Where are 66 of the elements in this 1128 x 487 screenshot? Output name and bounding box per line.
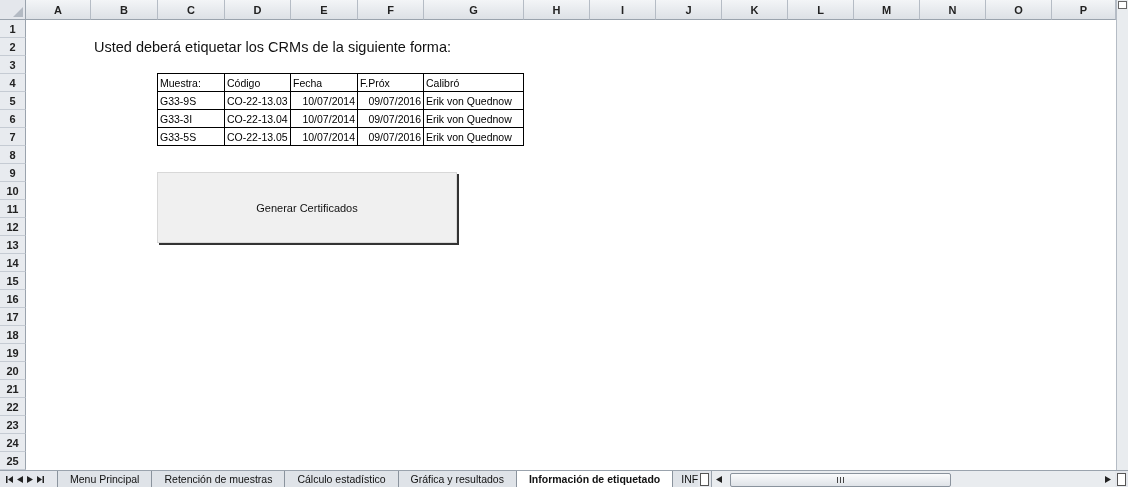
column-header[interactable]: O [986, 0, 1052, 20]
sheet-tab[interactable]: Información de etiquetado [515, 471, 673, 487]
column-header[interactable]: C [158, 0, 225, 20]
table-cell: Calibró [423, 73, 524, 92]
grip-icon [837, 476, 845, 483]
row-header[interactable]: 13 [0, 236, 26, 254]
column-header[interactable]: F [358, 0, 424, 20]
horizontal-scrollbar[interactable] [711, 471, 1115, 487]
column-header[interactable]: H [524, 0, 590, 20]
column-header[interactable]: B [91, 0, 158, 20]
first-sheet-icon[interactable] [6, 476, 13, 483]
column-header[interactable]: I [590, 0, 656, 20]
row-header[interactable]: 19 [0, 344, 26, 362]
row-header[interactable]: 5 [0, 92, 26, 110]
table-cell: Erik von Quednow [423, 91, 524, 110]
sheet-tab[interactable]: Menu Principal [57, 471, 152, 487]
heading-text: Usted deberá etiquetar los CRMs de la siguiente forma: [93, 39, 453, 55]
row-header[interactable]: 20 [0, 362, 26, 380]
row-header[interactable]: 1 [0, 20, 26, 38]
column-header[interactable]: E [291, 0, 358, 20]
next-sheet-icon[interactable] [27, 476, 33, 483]
row-header[interactable]: 9 [0, 164, 26, 182]
row-header[interactable]: 8 [0, 146, 26, 164]
column-header[interactable]: G [424, 0, 524, 20]
column-header[interactable]: D [225, 0, 291, 20]
column-header[interactable]: L [788, 0, 854, 20]
scroll-right-icon[interactable] [1105, 476, 1111, 483]
row-header[interactable]: 6 [0, 110, 26, 128]
split-handle[interactable] [700, 473, 710, 486]
column-header[interactable]: N [920, 0, 986, 20]
row-header[interactable]: 12 [0, 218, 26, 236]
previous-sheet-icon[interactable] [17, 476, 23, 483]
row-header[interactable]: 21 [0, 380, 26, 398]
split-handle[interactable] [1117, 473, 1126, 486]
sheet-tab[interactable]: Gráfica y resultados [397, 471, 516, 487]
sheet-tab[interactable]: Cálculo estadístico [284, 471, 398, 487]
row-header[interactable]: 16 [0, 290, 26, 308]
table-cell: Erik von Quednow [423, 127, 524, 146]
row-header[interactable]: 23 [0, 416, 26, 434]
sheet-tab[interactable]: INF [672, 471, 699, 487]
row-header[interactable]: 15 [0, 272, 26, 290]
generate-button[interactable]: Generar Certificados [157, 172, 457, 243]
row-header[interactable]: 22 [0, 398, 26, 416]
row-header[interactable]: 25 [0, 452, 26, 470]
table-cell: G33-5S [157, 127, 225, 146]
row-header[interactable]: 14 [0, 254, 26, 272]
column-header[interactable]: K [722, 0, 788, 20]
table-cell: Muestra: [157, 73, 225, 92]
row-header[interactable]: 4 [0, 74, 26, 92]
column-header[interactable]: M [854, 0, 920, 20]
table-cell: Erik von Quednow [423, 109, 524, 128]
last-sheet-icon[interactable] [37, 476, 44, 483]
column-header[interactable]: A [26, 0, 91, 20]
column-header[interactable]: J [656, 0, 722, 20]
row-header[interactable]: 24 [0, 434, 26, 452]
row-header[interactable]: 18 [0, 326, 26, 344]
table-cell: Código [224, 73, 291, 92]
row-header[interactable]: 3 [0, 56, 26, 74]
row-header[interactable]: 10 [0, 182, 26, 200]
row-header[interactable]: 2 [0, 38, 26, 56]
row-header[interactable]: 11 [0, 200, 26, 218]
row-header[interactable]: 17 [0, 308, 26, 326]
row-header[interactable]: 7 [0, 128, 26, 146]
column-header[interactable]: P [1052, 0, 1116, 20]
sheet-tab[interactable]: Retención de muestras [151, 471, 285, 487]
scroll-left-icon[interactable] [716, 476, 723, 483]
